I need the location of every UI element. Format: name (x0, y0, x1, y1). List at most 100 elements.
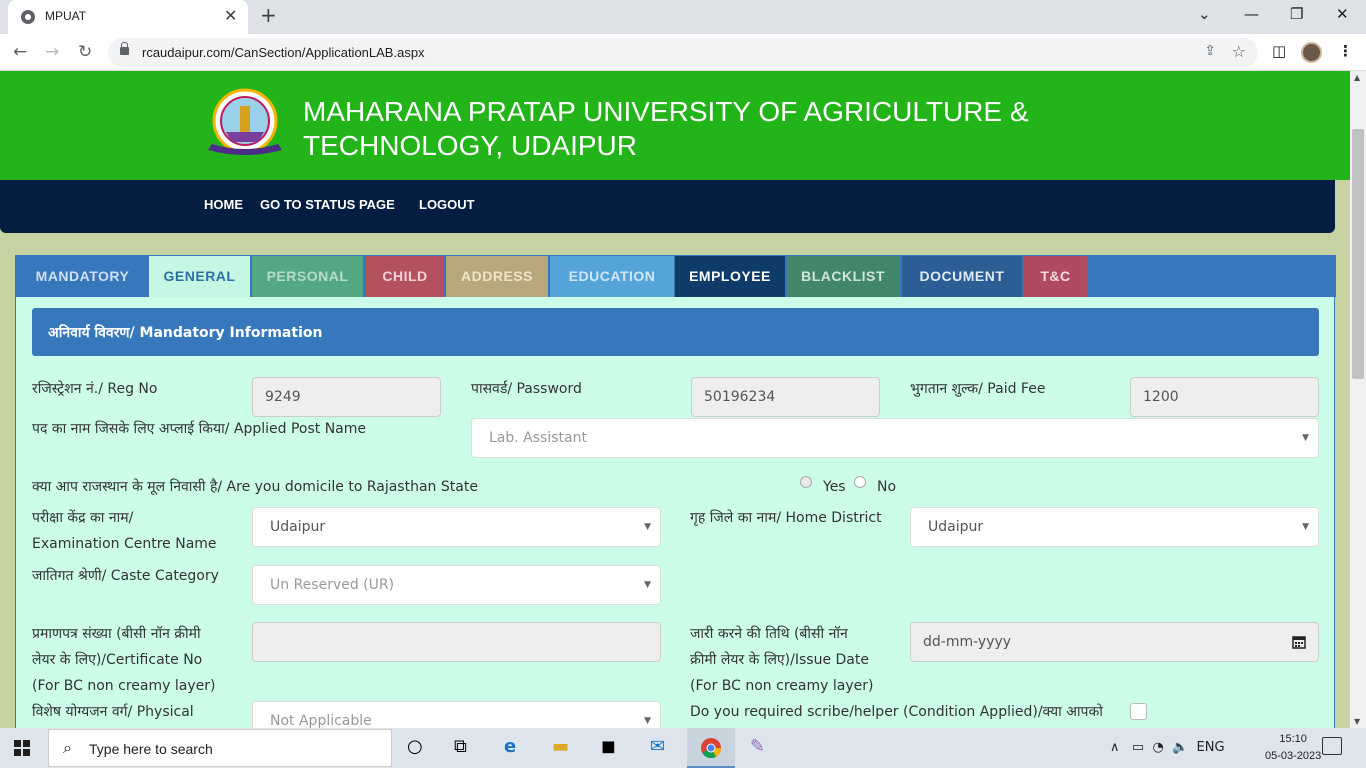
special-category-select[interactable]: Not Applicable ▼ (252, 701, 661, 728)
language-indicator[interactable]: ENG (1197, 740, 1225, 755)
applied-post-value: Lab. Assistant (489, 430, 587, 446)
close-tab-icon[interactable]: ✕ (224, 6, 237, 25)
exam-centre-label-line2: Examination Centre Name (32, 536, 217, 552)
wifi-icon[interactable]: ◔ (1152, 740, 1163, 755)
address-bar-row: ← → ↻ rcaudaipur.com/CanSection/Applicat… (0, 34, 1366, 71)
task-view-icon[interactable]: ⧉ (454, 736, 467, 757)
domicile-yes-radio[interactable] (800, 476, 812, 488)
nav-home[interactable]: HOME (204, 197, 243, 212)
profile-avatar[interactable] (1301, 42, 1322, 63)
tab-search-icon[interactable]: ⌄ (1198, 5, 1211, 23)
nav-status-page[interactable]: GO TO STATUS PAGE (260, 197, 395, 212)
new-tab-icon[interactable]: + (260, 3, 277, 27)
scrollbar-thumb[interactable] (1352, 129, 1364, 379)
tab-employee[interactable]: EMPLOYEE (675, 256, 785, 297)
chevron-down-icon: ▼ (1302, 433, 1309, 443)
tab-tc[interactable]: T&C (1024, 256, 1087, 297)
minimize-icon[interactable]: — (1244, 5, 1259, 23)
tab-mandatory[interactable]: MANDATORY (16, 256, 149, 297)
applied-post-select[interactable]: Lab. Assistant ▼ (471, 418, 1319, 458)
domicile-yes-label: Yes (823, 479, 846, 495)
site-header: MAHARANA PRATAP UNIVERSITY OF AGRICULTUR… (0, 71, 1350, 180)
section-title: अनिवार्य विवरण/ Mandatory Information (48, 325, 323, 341)
paint-icon[interactable]: ✎ (750, 736, 765, 757)
restore-icon[interactable]: ❐ (1290, 5, 1303, 23)
windows-start-icon[interactable] (14, 740, 30, 756)
reload-icon[interactable]: ↻ (78, 42, 92, 62)
tab-education-label: EDUCATION (568, 268, 656, 284)
back-icon[interactable]: ← (13, 42, 27, 62)
university-title-line1: MAHARANA PRATAP UNIVERSITY OF AGRICULTUR… (303, 96, 1029, 127)
issue-date-label: जारी करने की तिथि (बीसी नॉन क्रीमी लेयर … (690, 621, 873, 699)
file-explorer-icon[interactable]: ▬ (552, 736, 569, 757)
share-icon[interactable]: ⇪ (1204, 43, 1216, 59)
battery-icon[interactable]: ▭ (1132, 740, 1144, 755)
issue-date-placeholder: dd-mm-yyyy (923, 634, 1012, 650)
notification-icon[interactable] (1322, 737, 1342, 755)
exam-centre-value: Udaipur (270, 519, 326, 535)
chrome-taskbar-button[interactable] (687, 728, 735, 768)
taskbar-search-box[interactable]: ⌕ Type here to search (48, 729, 392, 767)
taskbar-clock[interactable]: 15:10 05-03-2023 (1265, 731, 1321, 765)
certificate-no-field[interactable] (252, 622, 661, 662)
paid-fee-field[interactable]: 1200 (1130, 377, 1319, 417)
tab-personal[interactable]: PERSONAL (252, 256, 363, 297)
browser-tab[interactable]: MPUAT ✕ (8, 0, 248, 34)
tab-blacklist-label: BLACKLIST (801, 268, 885, 284)
domicile-no-radio[interactable] (854, 476, 866, 488)
reg-no-label: रजिस्ट्रेशन नं./ Reg No (32, 381, 158, 397)
tray-chevron-icon[interactable]: ∧ (1110, 740, 1120, 755)
tab-document[interactable]: DOCUMENT (902, 256, 1022, 297)
university-title: MAHARANA PRATAP UNIVERSITY OF AGRICULTUR… (303, 95, 1029, 163)
search-icon: ⌕ (63, 738, 72, 757)
edge-icon[interactable]: e (504, 736, 516, 757)
chevron-down-icon: ▼ (1302, 522, 1309, 532)
nav-logout[interactable]: LOGOUT (419, 197, 475, 212)
tab-address[interactable]: ADDRESS (446, 256, 548, 297)
exam-centre-select[interactable]: Udaipur ▼ (252, 507, 661, 547)
home-district-select[interactable]: Udaipur ▼ (910, 507, 1319, 547)
globe-icon (21, 10, 35, 24)
store-icon[interactable]: ◼ (601, 736, 616, 757)
tab-general[interactable]: GENERAL (149, 256, 250, 297)
calendar-icon[interactable] (1292, 635, 1306, 649)
scribe-checkbox[interactable] (1130, 703, 1147, 720)
bookmark-star-icon[interactable]: ☆ (1232, 42, 1246, 61)
university-title-line2: TECHNOLOGY, UDAIPUR (303, 130, 637, 161)
browser-tab-strip: MPUAT ✕ + ⌄ — ❐ ✕ (0, 0, 1366, 34)
close-window-icon[interactable]: ✕ (1336, 5, 1349, 23)
menu-icon[interactable]: ⋮ (1338, 42, 1353, 60)
issue-date-field[interactable]: dd-mm-yyyy (910, 622, 1319, 662)
cortana-icon[interactable]: ○ (407, 736, 423, 757)
tab-general-label: GENERAL (163, 268, 236, 284)
scribe-label: Do you required scribe/helper (Condition… (690, 704, 1103, 720)
tab-education[interactable]: EDUCATION (550, 256, 674, 297)
mail-icon[interactable]: ✉ (650, 736, 665, 757)
tab-title: MPUAT (45, 9, 87, 23)
clock-date: 05-03-2023 (1265, 750, 1322, 762)
tab-tc-label: T&C (1040, 268, 1071, 284)
volume-icon[interactable]: 🔈 (1172, 740, 1188, 755)
page-scrollbar[interactable]: ▲ ▼ (1350, 71, 1366, 728)
tab-blacklist[interactable]: BLACKLIST (787, 256, 899, 297)
tab-mandatory-label: MANDATORY (35, 268, 130, 284)
home-district-value: Udaipur (928, 519, 984, 535)
certificate-no-label: प्रमाणपत्र संख्या (बीसी नॉन क्रीमी लेयर … (32, 621, 215, 699)
reg-no-field[interactable]: 9249 (252, 377, 441, 417)
certificate-no-label-line2: लेयर के लिए)/Certificate No (32, 652, 203, 668)
issue-date-label-line3: (For BC non creamy layer) (690, 678, 874, 694)
applied-post-label: पद का नाम जिसके लिए अप्लाई किया/ Applied… (32, 421, 366, 437)
caste-category-select[interactable]: Un Reserved (UR) ▼ (252, 565, 661, 605)
url-text[interactable]: rcaudaipur.com/CanSection/ApplicationLAB… (142, 45, 425, 60)
special-category-label: विशेष योग्यजन वर्ग/ Physical (32, 704, 194, 720)
section-header: अनिवार्य विवरण/ Mandatory Information (32, 308, 1319, 356)
password-field[interactable]: 50196234 (691, 377, 880, 417)
lock-icon[interactable] (120, 42, 129, 55)
forward-icon[interactable]: → (45, 42, 59, 62)
side-panel-icon[interactable]: ◫ (1272, 42, 1286, 60)
caste-category-value: Un Reserved (UR) (270, 577, 395, 593)
scroll-down-icon[interactable]: ▼ (1354, 717, 1360, 726)
scroll-up-icon[interactable]: ▲ (1354, 73, 1360, 82)
omnibox[interactable]: rcaudaipur.com/CanSection/ApplicationLAB… (108, 38, 1258, 67)
tab-child[interactable]: CHILD (366, 256, 444, 297)
